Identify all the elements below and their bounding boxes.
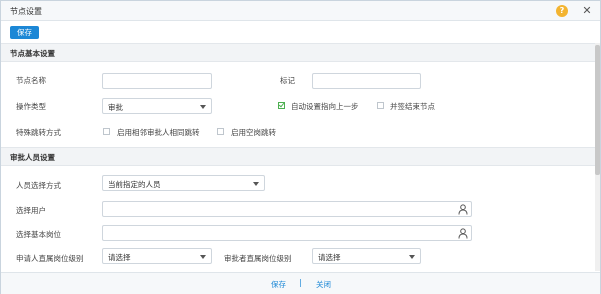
dialog-title: 节点设置	[10, 7, 42, 16]
select-mode-select[interactable]: 当前指定的人员	[102, 175, 265, 191]
jump-vacant-label: 启用空岗跳转	[231, 128, 276, 137]
footer-close-button[interactable]: 关闭	[316, 279, 331, 290]
approver-settings-title: 审批人员设置	[10, 153, 55, 162]
auto-back-label: 自动设置指向上一步	[291, 102, 359, 111]
approver-level-value: 请选择	[318, 253, 341, 262]
operation-type-value: 审批	[108, 103, 123, 112]
special-jump-label: 特殊跳转方式	[16, 128, 61, 137]
approver-settings-header: 审批人员设置	[1, 147, 596, 166]
applicant-level-label: 申请人直属岗位级别	[16, 254, 84, 263]
select-mode-label: 人员选择方式	[16, 181, 61, 190]
basic-settings-header: 节点基本设置	[1, 43, 596, 62]
auto-back-checkbox[interactable]	[278, 102, 285, 109]
approver-level-select[interactable]: 请选择	[312, 248, 421, 264]
mark-input[interactable]	[312, 73, 421, 89]
select-user-input[interactable]	[102, 201, 472, 217]
vertical-scrollbar-thumb[interactable]	[595, 45, 600, 175]
dialog-footer: 保存 | 关闭	[1, 272, 600, 294]
footer-save-button[interactable]: 保存	[271, 279, 286, 290]
operation-type-label: 操作类型	[16, 102, 46, 111]
chevron-down-icon	[253, 182, 259, 186]
node-name-input[interactable]	[102, 73, 212, 89]
jump-same-approver-label: 启用相邻审批人相同跳转	[117, 128, 200, 137]
select-mode-value: 当前指定的人员	[108, 180, 161, 189]
chevron-down-icon	[200, 255, 206, 259]
countersign-end-label: 并签结束节点	[390, 102, 435, 111]
jump-vacant-checkbox[interactable]	[217, 128, 224, 135]
select-post-input[interactable]	[102, 225, 472, 241]
mark-label: 标记	[280, 76, 295, 85]
dialog-titlebar: 节点设置 ? ✕	[1, 1, 600, 21]
basic-settings-title: 节点基本设置	[10, 49, 55, 58]
approver-level-label: 审批者直属岗位级别	[224, 254, 292, 263]
select-user-label: 选择用户	[16, 206, 46, 215]
jump-same-approver-checkbox[interactable]	[103, 128, 110, 135]
toolbar-save-button[interactable]: 保存	[10, 26, 39, 39]
user-picker-icon[interactable]	[458, 228, 468, 239]
chevron-down-icon	[200, 105, 206, 109]
footer-separator: |	[299, 278, 302, 287]
help-icon[interactable]: ?	[556, 5, 568, 17]
node-settings-dialog: 节点设置 ? ✕ 保存 节点基本设置 节点名称 标记 操作类型 审批 自动设置指…	[0, 0, 601, 294]
user-picker-icon[interactable]	[458, 204, 468, 215]
select-post-label: 选择基本岗位	[16, 230, 61, 239]
chevron-down-icon	[409, 255, 415, 259]
operation-type-select[interactable]: 审批	[102, 98, 212, 114]
applicant-level-value: 请选择	[108, 253, 131, 262]
node-name-label: 节点名称	[16, 76, 46, 85]
countersign-end-checkbox[interactable]	[377, 102, 384, 109]
applicant-level-select[interactable]: 请选择	[102, 248, 212, 264]
close-icon[interactable]: ✕	[581, 4, 593, 17]
